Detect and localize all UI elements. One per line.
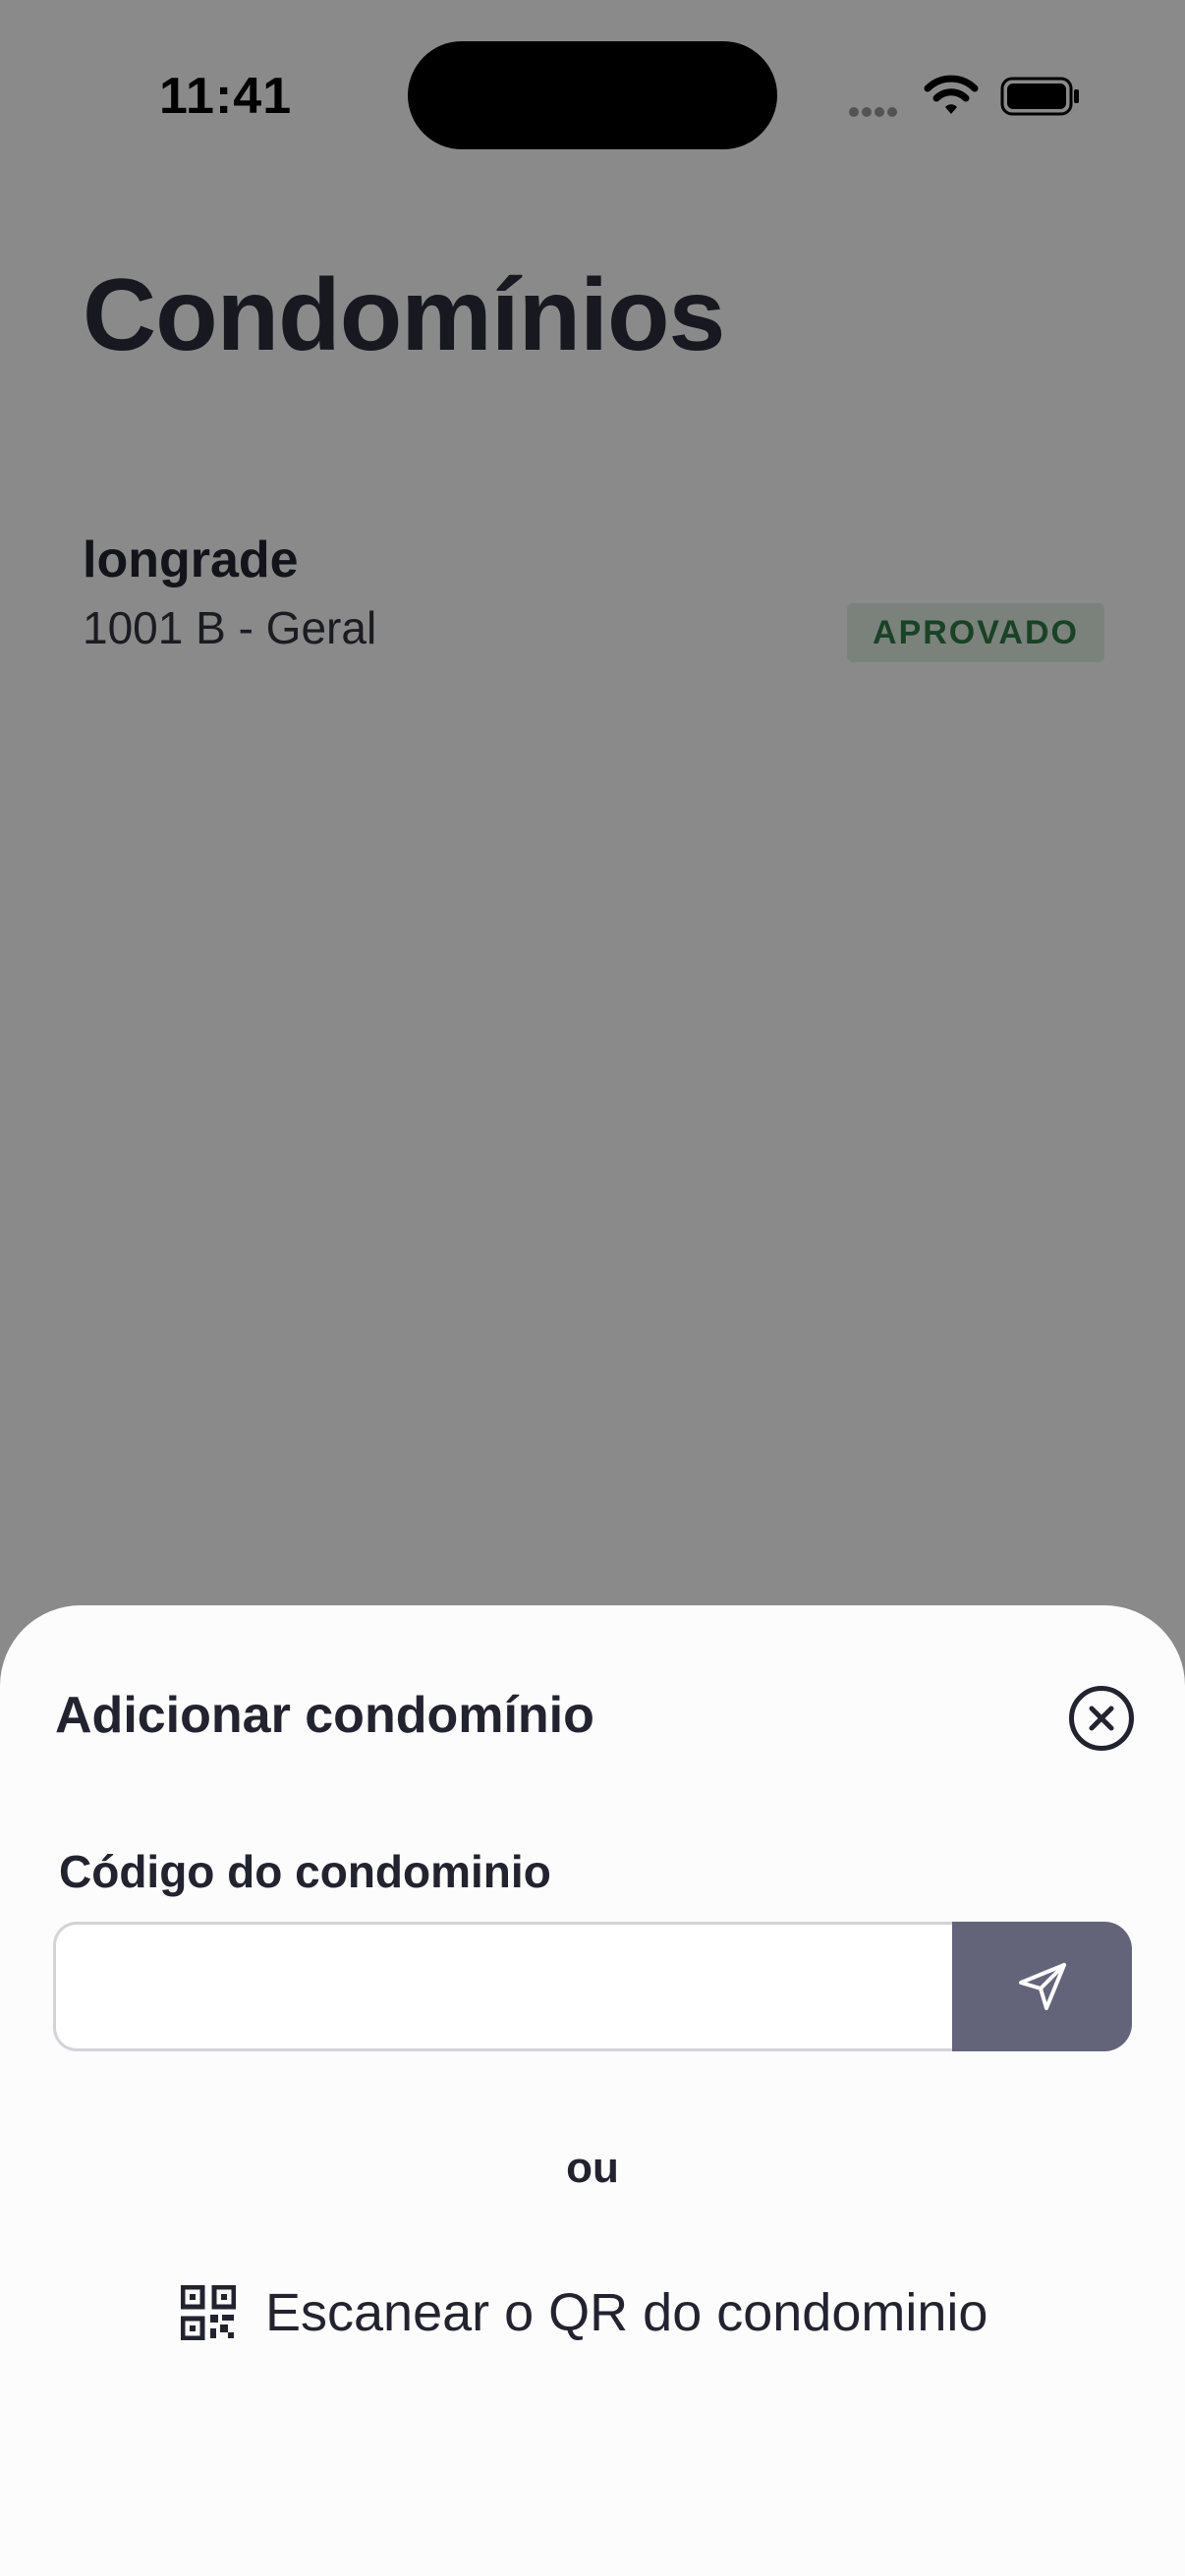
qr-code-icon <box>181 2285 236 2340</box>
code-input[interactable] <box>53 1922 1036 2051</box>
close-button[interactable] <box>1069 1686 1134 1751</box>
add-condominium-sheet: Adicionar condomínio Código do condomini… <box>0 1605 1185 2576</box>
close-circle-icon <box>1089 1706 1114 1731</box>
code-input-group <box>53 1922 1132 2051</box>
sheet-title: Adicionar condomínio <box>55 1687 594 1744</box>
scan-qr-label: Escanear o QR do condominio <box>265 2283 988 2342</box>
send-icon <box>1018 1963 1066 2010</box>
code-field-label: Código do condominio <box>59 1846 551 1897</box>
send-button[interactable] <box>952 1922 1132 2051</box>
or-divider: ou <box>566 2144 619 2192</box>
scan-qr-button[interactable]: Escanear o QR do condominio <box>181 2273 988 2352</box>
